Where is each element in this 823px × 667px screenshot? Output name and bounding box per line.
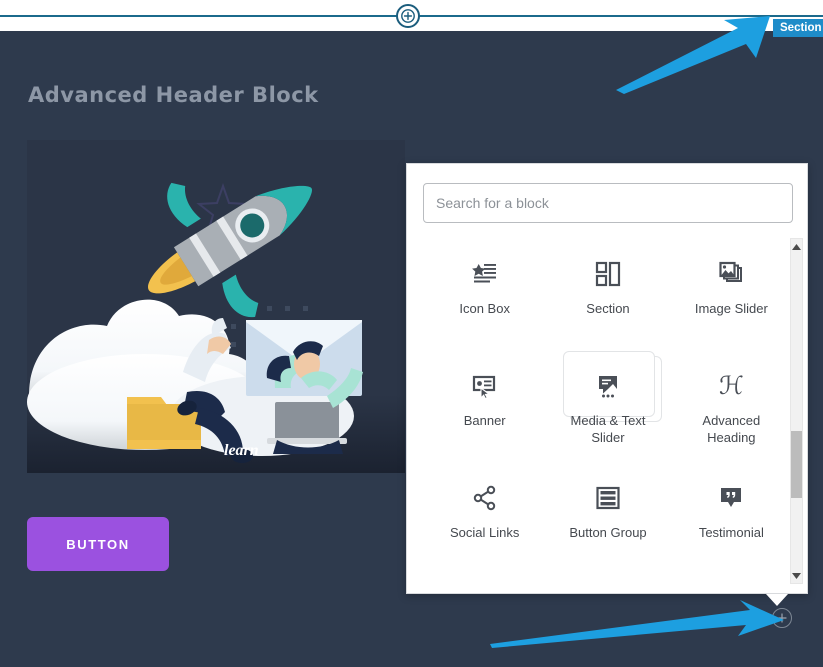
search-input[interactable]: [423, 183, 793, 223]
block-item-button-group[interactable]: Button Group: [546, 462, 669, 573]
block-item-unlabeled-10[interactable]: [546, 574, 669, 584]
heading-h-icon: ℋ: [719, 366, 744, 406]
block-item-label: Section: [586, 301, 630, 316]
share-nodes-icon: [472, 478, 498, 518]
section-grid-icon: [595, 254, 621, 294]
block-item-label: Icon Box: [459, 301, 510, 316]
section-badge[interactable]: Section: [773, 19, 823, 37]
block-item-label: Advanced Heading: [702, 413, 761, 445]
block-item-label: Social Links: [449, 525, 520, 540]
block-item-section[interactable]: Section: [546, 238, 669, 349]
media-text-slider-icon: [598, 376, 617, 398]
triangle-up-icon: [792, 243, 801, 250]
section-grid-icon: [595, 261, 621, 287]
block-inserter-panel: Icon Box Section Image Slider Banner Media &…: [406, 163, 808, 594]
top-add-block-button[interactable]: [396, 4, 420, 28]
stacked-buttons-icon: [596, 486, 620, 510]
block-item-label: Image Slider: [694, 301, 768, 316]
cta-button[interactable]: BUTTON: [27, 517, 169, 571]
share-nodes-icon: [473, 485, 495, 511]
quote-bubble-icon: [718, 478, 744, 518]
header-illustration: learn: [27, 140, 405, 473]
block-item-social-links[interactable]: Social Links: [423, 462, 546, 573]
block-item-banner[interactable]: Banner: [423, 350, 546, 461]
block-item-label: Button Group: [569, 525, 647, 540]
plus-circle-icon: [777, 613, 787, 623]
block-item-unlabeled-11[interactable]: [670, 574, 793, 584]
icon-box-icon: [471, 264, 496, 283]
image-stack-icon: [719, 261, 743, 282]
stacked-buttons-icon: [595, 478, 621, 518]
popover-caret: [766, 594, 788, 606]
banner-cursor-icon: [472, 366, 498, 406]
block-item-media-text-slider[interactable]: Media & Text Slider: [546, 350, 669, 461]
block-item-icon-box[interactable]: Icon Box: [423, 238, 546, 349]
block-item-image-slider[interactable]: Image Slider: [670, 238, 793, 349]
plus-circle-icon: [401, 9, 415, 23]
block-item-label: Testimonial: [698, 525, 764, 540]
block-grid: Icon Box Section Image Slider Banner Media &…: [423, 238, 793, 584]
block-item-label: Banner: [463, 413, 506, 428]
editor-top-strip: [0, 0, 823, 31]
quote-bubble-icon: [721, 488, 742, 507]
icon-box-icon: [471, 254, 498, 294]
bottom-add-block-button[interactable]: [772, 608, 792, 628]
media-text-slider-icon: [595, 366, 621, 406]
illustration-caption: learn: [224, 442, 259, 459]
inserter-scrollbar[interactable]: [790, 238, 803, 584]
page-title: Advanced Header Block: [28, 83, 319, 107]
scroll-down-button[interactable]: [791, 569, 802, 582]
scroll-up-button[interactable]: [791, 240, 802, 253]
scrollbar-thumb[interactable]: [791, 431, 802, 498]
block-item-label: Media & Text Slider: [570, 413, 646, 445]
block-item-testimonial[interactable]: Testimonial: [670, 462, 793, 573]
block-grid-viewport: Icon Box Section Image Slider Banner Media &…: [423, 238, 793, 584]
image-stack-icon: [718, 254, 744, 294]
triangle-down-icon: [792, 572, 801, 579]
heading-h-icon: ℋ: [718, 371, 744, 400]
rocket-teamwork-illustration: [27, 140, 405, 473]
banner-cursor-icon: [472, 375, 495, 399]
block-item-unlabeled-9[interactable]: [423, 574, 546, 584]
block-item-advanced-heading[interactable]: ℋ Advanced Heading: [670, 350, 793, 461]
